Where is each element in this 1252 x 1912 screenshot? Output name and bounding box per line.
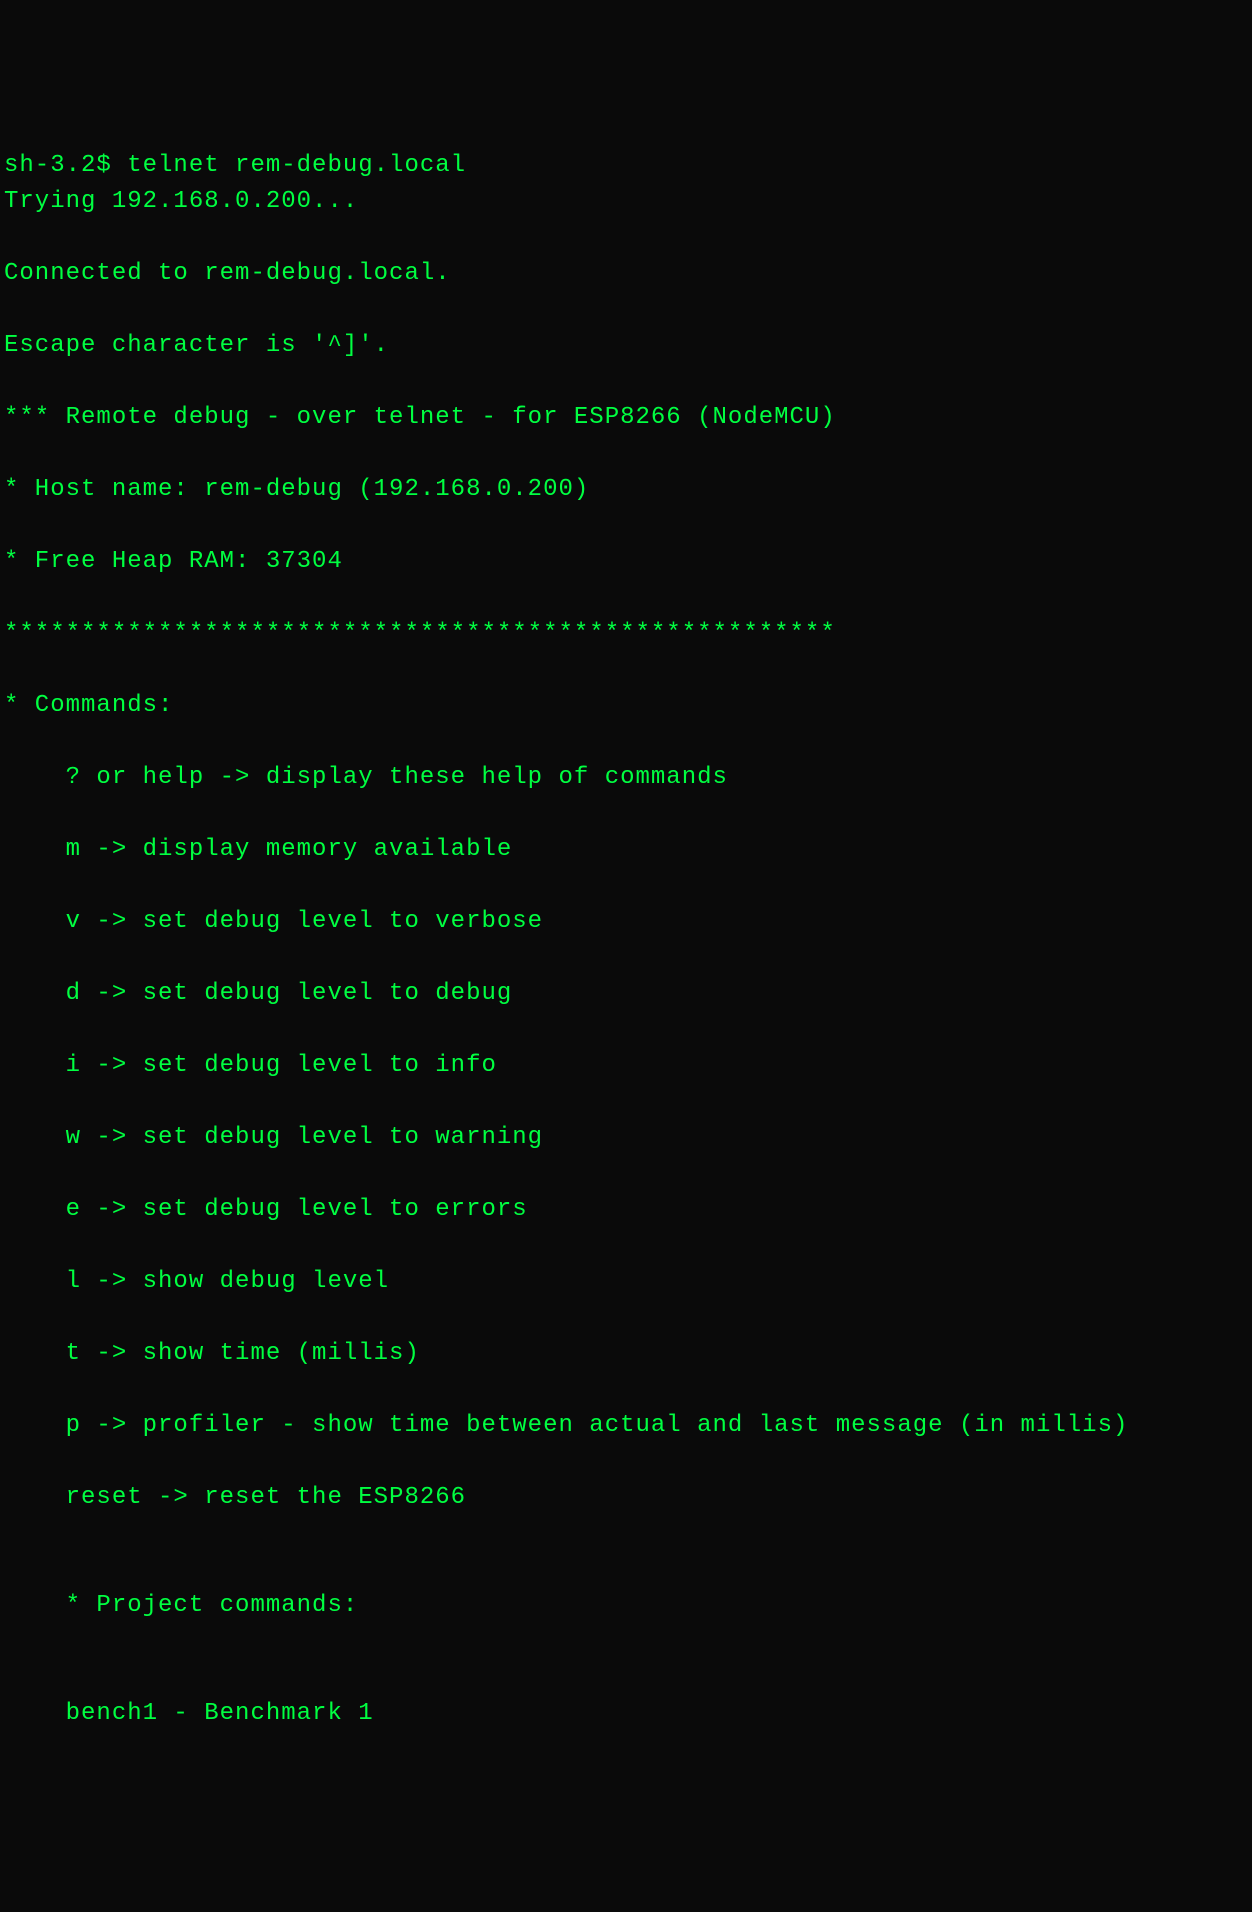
terminal-prompt: sh-3.2$: [4, 152, 127, 179]
terminal-output-line: bench1 - Benchmark 1: [4, 1696, 1248, 1732]
terminal-output-line: *** Remote debug - over telnet - for ESP…: [4, 400, 1248, 436]
terminal-output-line: * Project commands:: [4, 1588, 1248, 1624]
terminal-output-line: reset -> reset the ESP8266: [4, 1480, 1248, 1516]
terminal-output-line: * Host name: rem-debug (192.168.0.200): [4, 472, 1248, 508]
terminal-output-line: v -> set debug level to verbose: [4, 904, 1248, 940]
terminal-output-line: t -> show time (millis): [4, 1336, 1248, 1372]
terminal-command[interactable]: telnet rem-debug.local: [127, 152, 466, 179]
terminal-output-line: p -> profiler - show time between actual…: [4, 1408, 1248, 1444]
terminal-output-line: ****************************************…: [4, 616, 1248, 652]
terminal-output-line: * Commands:: [4, 688, 1248, 724]
terminal-output-line: l -> show debug level: [4, 1264, 1248, 1300]
terminal-output-line: d -> set debug level to debug: [4, 976, 1248, 1012]
terminal-output-line: m -> display memory available: [4, 832, 1248, 868]
terminal-output-line: ? or help -> display these help of comma…: [4, 760, 1248, 796]
terminal-output-line: e -> set debug level to errors: [4, 1192, 1248, 1228]
terminal-output-line: Trying 192.168.0.200...: [4, 184, 1248, 220]
terminal-output-line: i -> set debug level to info: [4, 1048, 1248, 1084]
terminal-output-line: Connected to rem-debug.local.: [4, 256, 1248, 292]
terminal-output-line: Escape character is '^]'.: [4, 328, 1248, 364]
terminal-output-line: * Free Heap RAM: 37304: [4, 544, 1248, 580]
terminal-output-line: w -> set debug level to warning: [4, 1120, 1248, 1156]
